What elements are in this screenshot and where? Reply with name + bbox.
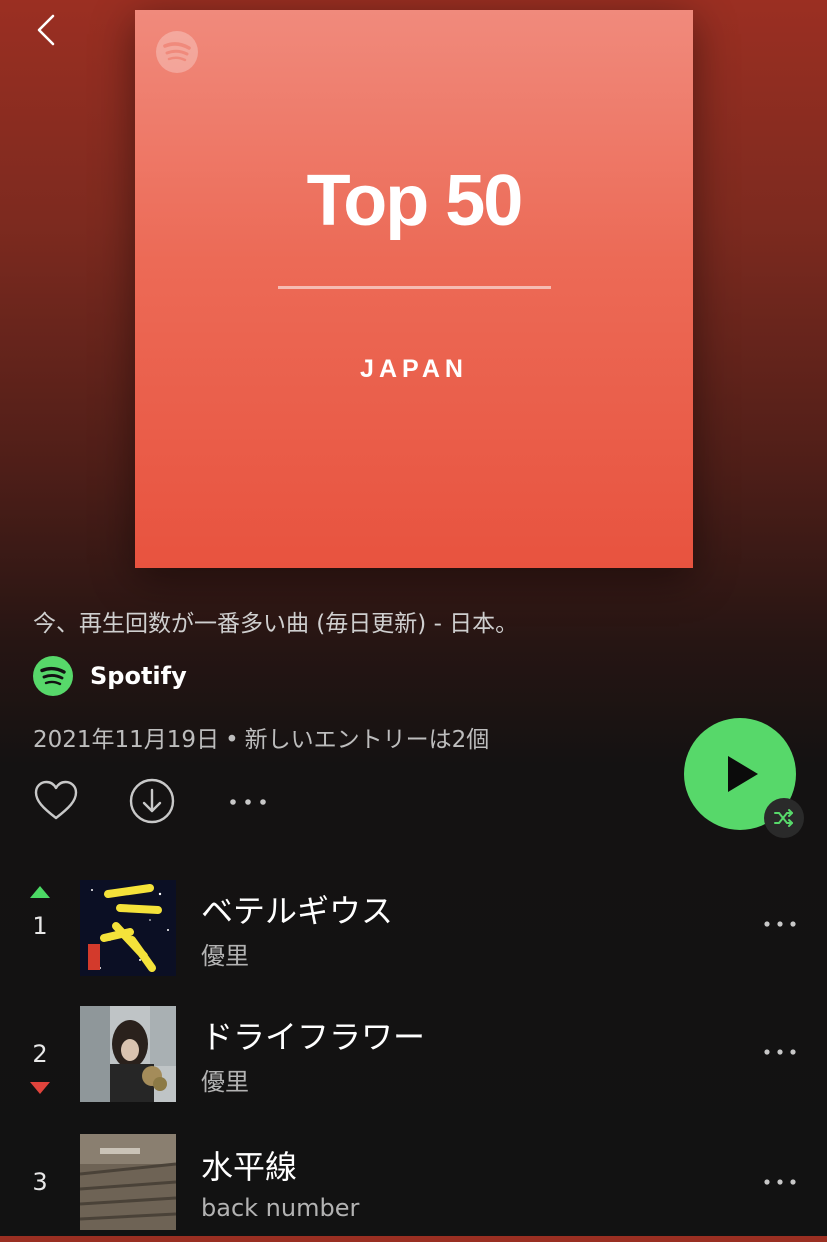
- track-rank: 1: [32, 912, 48, 940]
- track-title: ベテルギウス: [201, 892, 394, 930]
- like-button[interactable]: [33, 779, 79, 825]
- shuffle-button[interactable]: [764, 798, 804, 838]
- cover-title: Top 50: [306, 161, 524, 241]
- track-more-button[interactable]: [762, 1172, 798, 1196]
- meta-separator: •: [225, 727, 239, 753]
- download-button[interactable]: [128, 777, 176, 829]
- spotify-logo-icon: [33, 656, 73, 696]
- album-art: [80, 880, 176, 976]
- more-options-button[interactable]: [228, 790, 268, 818]
- track-more-button[interactable]: [762, 914, 798, 938]
- more-horizontal-icon: [764, 1179, 796, 1185]
- track-row[interactable]: 2 ドライフラワー 優里: [0, 1004, 827, 1114]
- album-art: [80, 1006, 176, 1102]
- track-rank: 3: [32, 1168, 48, 1196]
- track-row[interactable]: 1 ベテルギウス 優里: [0, 876, 827, 986]
- track-more-button[interactable]: [762, 1042, 798, 1066]
- playlist-owner[interactable]: Spotify: [33, 656, 187, 696]
- cover-subtitle: JAPAN: [360, 355, 468, 383]
- update-date: 2021年11月19日: [33, 727, 220, 753]
- download-icon: [129, 778, 175, 824]
- shuffle-icon: [774, 809, 793, 827]
- back-button[interactable]: [28, 12, 68, 52]
- playlist-meta: 2021年11月19日 • 新しいエントリーは2個: [33, 720, 489, 754]
- more-horizontal-icon: [230, 799, 266, 805]
- track-artist: back number: [201, 1194, 360, 1222]
- more-horizontal-icon: [764, 921, 796, 927]
- playlist-description: 今、再生回数が一番多い曲 (毎日更新) - 日本。: [33, 611, 519, 637]
- playlist-cover: Top 50 JAPAN: [135, 10, 693, 568]
- owner-name: Spotify: [90, 662, 187, 690]
- trend-down-icon: [30, 1082, 50, 1094]
- heart-icon: [34, 780, 78, 820]
- track-artist: 優里: [201, 1068, 249, 1096]
- trend-up-icon: [30, 886, 50, 898]
- new-entries: 新しいエントリーは2個: [244, 727, 490, 753]
- track-rank: 2: [32, 1040, 48, 1068]
- track-title: ドライフラワー: [201, 1018, 426, 1056]
- play-icon: [728, 756, 758, 792]
- chevron-left-icon: [37, 14, 55, 46]
- track-row[interactable]: 3 水平線 back number: [0, 1132, 827, 1242]
- track-artist: 優里: [201, 942, 249, 970]
- more-horizontal-icon: [764, 1049, 796, 1055]
- spotify-logo-icon: [156, 31, 198, 73]
- album-art: [80, 1134, 176, 1230]
- cover-divider: [278, 286, 551, 289]
- track-title: 水平線: [201, 1148, 298, 1186]
